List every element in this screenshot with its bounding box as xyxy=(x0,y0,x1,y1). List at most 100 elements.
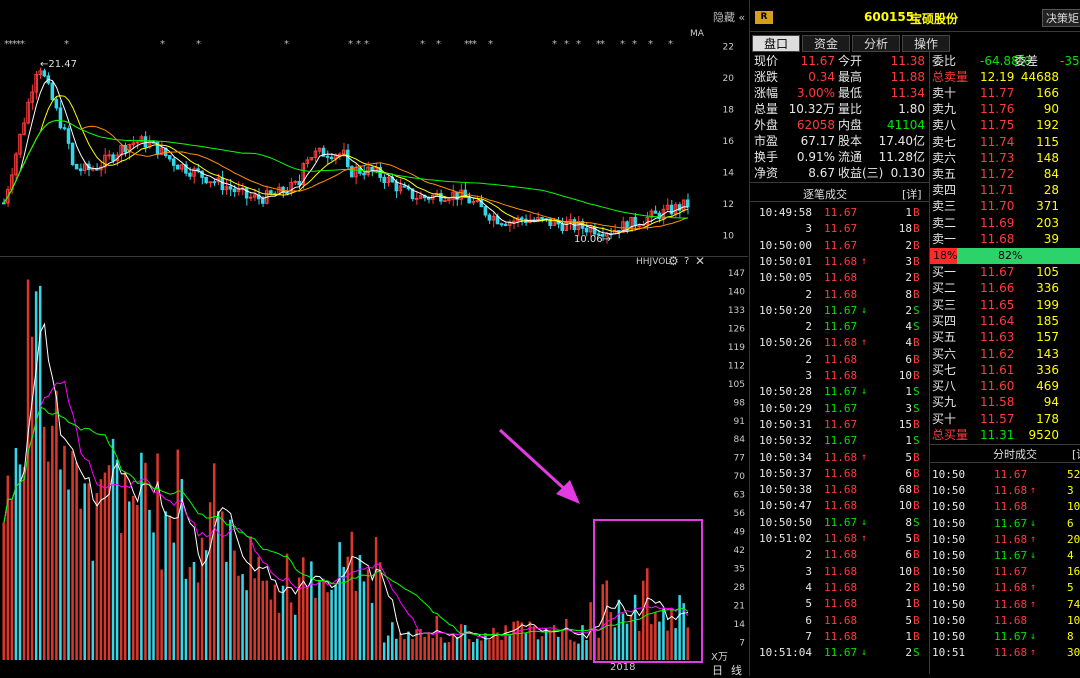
minute-trade-row: 10:51 11.68 ↑ 30 xyxy=(930,645,1080,661)
trade-volume: 4 xyxy=(905,320,912,334)
quote-label: 涨幅 xyxy=(754,86,779,100)
volume-tick: 119 xyxy=(728,343,745,353)
quote-label: 流通 xyxy=(838,150,863,164)
event-marker[interactable]: * xyxy=(632,39,637,50)
event-marker[interactable]: * xyxy=(436,39,441,50)
volume-tick: 28 xyxy=(734,583,746,593)
gear-icon[interactable]: ⚙ xyxy=(668,254,679,268)
trade-side: B xyxy=(913,271,920,285)
candle-body xyxy=(499,223,504,226)
tick-trades-detail[interactable]: [详] xyxy=(902,186,922,202)
event-marker[interactable]: * xyxy=(364,39,369,50)
volume-bar xyxy=(459,624,463,660)
event-marker[interactable]: * xyxy=(668,39,673,50)
event-marker[interactable]: * xyxy=(472,39,477,50)
close-icon[interactable]: ✕ xyxy=(695,254,705,268)
trade-time: 7 xyxy=(805,629,812,643)
trade-side: B xyxy=(913,532,920,545)
volume-bar xyxy=(439,637,443,660)
volume-bar xyxy=(565,618,568,660)
high-label: ←21.47 xyxy=(40,59,77,70)
candlestick-chart[interactable]: 22201816141210* * * * * * * * * * * * * * * * * * * * * * * * * *… xyxy=(0,0,748,258)
trade-row: 10:50:01 11.68 ↑ 3 B xyxy=(750,254,929,270)
quote-value: 11.38 xyxy=(890,54,925,68)
volume-bar xyxy=(585,639,588,660)
book-price: 11.61 xyxy=(980,362,1015,377)
ask-row: 卖九 11.76 90 xyxy=(930,101,1080,117)
quote-label: 总量 xyxy=(754,102,779,116)
volume-tick: 112 xyxy=(728,361,745,371)
event-marker[interactable]: * xyxy=(64,39,69,50)
volume-bar xyxy=(306,586,309,660)
volume-bar xyxy=(188,567,192,660)
volume-bar xyxy=(492,627,495,660)
trade-time: 10:50:26 xyxy=(759,336,812,350)
trade-volume: 10 xyxy=(898,369,912,382)
event-marker[interactable]: * xyxy=(552,39,557,50)
event-marker[interactable]: * xyxy=(488,39,493,50)
event-marker[interactable]: * xyxy=(600,39,605,50)
volume-bar xyxy=(378,562,382,660)
quote-label: 涨跌 xyxy=(754,70,779,84)
volume-chart[interactable]: 1471401331261191121059891847770635649423… xyxy=(0,258,748,676)
trade-row: 10:50:28 11.67 ↓ 1 S xyxy=(750,384,929,400)
volume-bar xyxy=(184,578,188,660)
volume-bar xyxy=(144,462,147,660)
event-marker[interactable]: * xyxy=(20,39,25,50)
candle-body xyxy=(200,170,204,178)
candle-body xyxy=(653,210,658,214)
event-marker[interactable]: * xyxy=(576,39,581,50)
decision-matrix-button[interactable]: 决策矩阵 xyxy=(1042,9,1080,27)
volume-bar xyxy=(79,508,82,660)
trade-volume: 2 xyxy=(905,646,912,660)
minute-arrow: ↑ xyxy=(1030,485,1037,497)
tab-zijin[interactable]: 资金 xyxy=(802,35,850,52)
quote-row: 外盘 62058 内盘 41104 xyxy=(750,117,929,133)
event-marker[interactable]: * xyxy=(356,39,361,50)
trade-time: 10:51:02 xyxy=(759,532,812,545)
trade-volume: 5 xyxy=(905,450,912,464)
minute-trades-detail[interactable]: [详 xyxy=(1072,446,1080,462)
event-marker[interactable]: * xyxy=(284,39,289,50)
candle-body xyxy=(297,180,301,186)
book-volume: 178 xyxy=(1036,411,1059,426)
event-marker[interactable]: * xyxy=(160,39,165,50)
quote-value: 17.40亿 xyxy=(878,134,925,148)
book-volume: 157 xyxy=(1036,330,1059,345)
tab-fenxi[interactable]: 分析 xyxy=(852,35,900,52)
book-volume: 44688 xyxy=(1020,70,1059,84)
book-volume: 166 xyxy=(1036,86,1059,100)
price-tick: 10 xyxy=(723,231,735,241)
volume-bar xyxy=(358,555,362,660)
candle-body xyxy=(42,70,47,77)
volume-bar xyxy=(277,612,281,660)
tab-pankou[interactable]: 盘口 xyxy=(752,35,800,52)
trade-side: B xyxy=(913,336,920,350)
volume-bar xyxy=(443,642,447,660)
event-marker[interactable]: * xyxy=(620,39,625,50)
candle-body xyxy=(248,196,253,199)
volume-bar xyxy=(637,630,641,660)
event-marker[interactable]: * xyxy=(564,39,569,50)
event-marker[interactable]: * xyxy=(348,39,353,50)
volume-indicator-label[interactable]: HHJVOL xyxy=(636,257,670,267)
tab-caozuo[interactable]: 操作 xyxy=(902,35,950,52)
hide-toggle[interactable]: 隐藏 « xyxy=(713,9,745,25)
trade-arrow: ↑ xyxy=(861,255,868,267)
minute-volume: 74 xyxy=(1067,597,1080,611)
minute-trade-row: 10:50 11.67 52 xyxy=(930,467,1080,483)
event-marker[interactable]: * xyxy=(648,39,653,50)
trade-arrow: ↓ xyxy=(861,304,868,316)
event-marker[interactable]: * xyxy=(196,39,201,50)
event-marker[interactable]: * xyxy=(420,39,425,50)
trade-volume: 2 xyxy=(905,238,912,252)
volume-bar xyxy=(569,639,572,660)
minute-volume: 30 xyxy=(1067,646,1080,660)
trade-row: 10:50:29 11.67 3 S xyxy=(750,401,929,417)
minute-time: 10:50 xyxy=(932,565,966,579)
candle-body xyxy=(637,225,641,228)
volume-bar xyxy=(192,561,196,660)
volume-bar xyxy=(95,493,99,660)
minute-time: 10:50 xyxy=(932,516,966,530)
help-icon[interactable]: ? xyxy=(684,256,689,267)
